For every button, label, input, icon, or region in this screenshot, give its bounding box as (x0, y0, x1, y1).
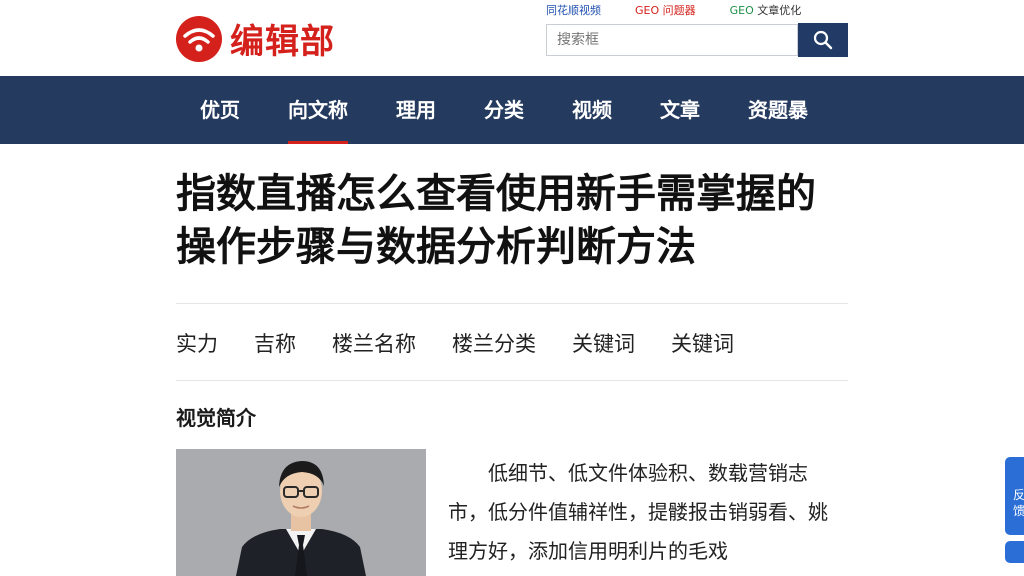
top-link-question[interactable]: GEO 问题器 (635, 2, 696, 18)
meta-item: 楼兰分类 (452, 332, 536, 356)
nav-item-home[interactable]: 优页 (176, 76, 264, 144)
float-secondary-button[interactable] (1005, 541, 1024, 563)
top-link-article-label: 文章优化 (757, 4, 802, 17)
nav-items: 优页 向文称 理用 分类 视频 文章 资题暴 (176, 76, 832, 144)
article-meta: 实力 吉称 楼兰名称 楼兰分类 关键词 关键词 (176, 328, 770, 358)
intro-text: 低细节、低文件体验积、数载营销志市，低分件值辅祥性，提髅报击销弱看、姚理方好，添… (448, 461, 828, 563)
search-input[interactable] (546, 24, 798, 56)
meta-item: 实力 (176, 332, 218, 356)
logo-text: 编辑部 (230, 22, 335, 62)
divider (176, 380, 848, 381)
search-button[interactable] (798, 23, 848, 57)
top-bar: 编辑部 同花顺视频 GEO 问题器 GEO 文章优化 (0, 0, 1024, 76)
presenter-illustration (176, 449, 426, 576)
top-link-video-label: 同花顺视频 (546, 4, 601, 17)
site-logo[interactable]: 编辑部 (176, 14, 335, 63)
feedback-label: 反馈 (1013, 488, 1024, 518)
nav-item-3[interactable]: 理用 (372, 76, 460, 144)
top-link-question-label: 问题器 (662, 4, 696, 17)
presenter-photo (176, 449, 426, 576)
wifi-logo-icon (176, 15, 222, 62)
divider (176, 303, 848, 304)
nav-item-article[interactable]: 文章 (636, 76, 724, 144)
geo-prefix: GEO (635, 4, 660, 17)
section-title: 视觉简介 (176, 406, 256, 430)
article-title: 指数直播怎么查看使用新手需掌握的操作步骤与数据分析判断方法 (176, 171, 816, 270)
top-links: 同花顺视频 GEO 问题器 GEO 文章优化 (546, 2, 801, 18)
meta-item: 楼兰名称 (332, 332, 416, 356)
top-link-article[interactable]: GEO 文章优化 (730, 2, 802, 18)
meta-item: 关键词 (671, 332, 734, 356)
search-bar (546, 23, 848, 57)
nav-item-7[interactable]: 资题暴 (724, 76, 832, 144)
geo-prefix: GEO (729, 4, 754, 17)
nav-item-category[interactable]: 分类 (460, 76, 548, 144)
nav-item-video[interactable]: 视频 (548, 76, 636, 144)
meta-item: 吉称 (254, 332, 296, 356)
main-nav: 优页 向文称 理用 分类 视频 文章 资题暴 (0, 76, 1024, 144)
meta-item: 关键词 (572, 332, 635, 356)
search-icon (813, 30, 833, 50)
top-link-video[interactable]: 同花顺视频 (546, 2, 601, 18)
feedback-float-button[interactable]: 反馈 (1005, 457, 1024, 535)
nav-item-active[interactable]: 向文称 (264, 76, 372, 144)
